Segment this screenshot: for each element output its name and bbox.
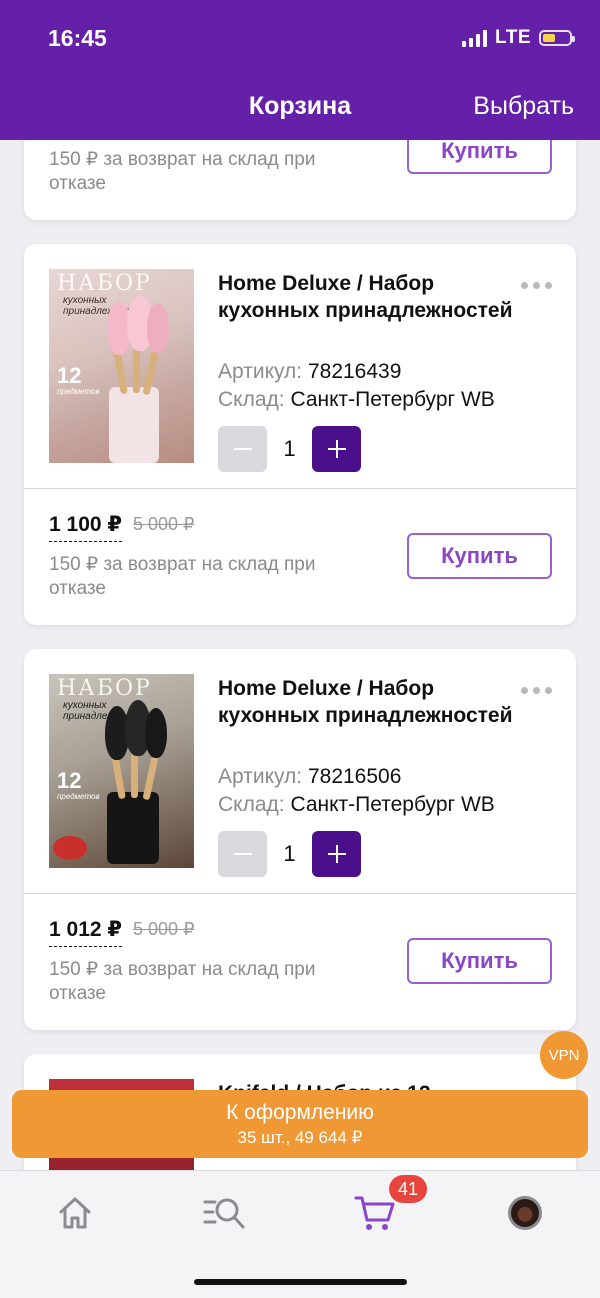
status-indicators: LTE bbox=[462, 27, 575, 49]
checkout-label: К оформлению bbox=[226, 1101, 374, 1124]
home-indicator bbox=[194, 1279, 407, 1285]
battery-icon bbox=[539, 30, 575, 46]
product-image[interactable]: НАБОР кухонных принадлежностей 12 предме… bbox=[49, 674, 194, 868]
decrease-quantity-button[interactable] bbox=[218, 831, 267, 877]
network-type: LTE bbox=[495, 27, 531, 48]
image-count-text: 12 bbox=[57, 768, 82, 793]
divider bbox=[24, 893, 576, 894]
current-price[interactable]: 1 100 ₽ bbox=[49, 512, 122, 542]
tab-cart[interactable] bbox=[353, 1191, 397, 1235]
return-note: 150 ₽ за возврат на склад при отказе bbox=[49, 149, 316, 194]
search-list-icon bbox=[203, 1198, 245, 1229]
warehouse-value: Санкт-Петербург WB bbox=[290, 388, 495, 411]
image-title-text: НАБОР bbox=[57, 271, 152, 296]
more-options-icon[interactable] bbox=[521, 282, 552, 289]
warehouse-label: Склад: bbox=[218, 388, 285, 411]
image-title-text: НАБОР bbox=[57, 676, 152, 701]
home-icon bbox=[59, 1197, 91, 1229]
signal-icon bbox=[462, 29, 488, 47]
return-note: 150 ₽ за возврат на склад при отказе bbox=[49, 554, 316, 599]
product-name[interactable]: Home Deluxe / Набор кухонных принадлежно… bbox=[218, 675, 518, 729]
quantity-stepper: 1 bbox=[218, 831, 361, 877]
warehouse-label: Склад: bbox=[218, 793, 285, 816]
vpn-badge[interactable]: VPN bbox=[540, 1031, 588, 1079]
warehouse-row: Склад: Санкт-Петербург WB bbox=[218, 791, 495, 819]
cart-count-badge: 41 bbox=[389, 1175, 427, 1203]
cart-item-card: НАБОР кухонных принадлежностей 12 предме… bbox=[24, 649, 576, 1030]
quantity-stepper: 1 bbox=[218, 426, 361, 472]
old-price: 5 000 ₽ bbox=[133, 919, 195, 939]
quantity-value: 1 bbox=[283, 436, 296, 461]
quantity-value: 1 bbox=[283, 841, 296, 866]
warehouse-row: Склад: Санкт-Петербург WB bbox=[218, 386, 495, 414]
status-time: 16:45 bbox=[48, 25, 107, 51]
buy-button[interactable]: Купить bbox=[407, 533, 552, 579]
tab-profile[interactable] bbox=[503, 1191, 547, 1235]
product-name[interactable]: Home Deluxe / Набор кухонных принадлежно… bbox=[218, 270, 518, 324]
increase-quantity-button[interactable] bbox=[312, 831, 361, 877]
tab-catalog[interactable] bbox=[203, 1191, 247, 1235]
image-count-sub-text: предметов bbox=[57, 387, 100, 396]
article-value: 78216439 bbox=[307, 360, 402, 383]
article-row: Артикул: 78216506 bbox=[218, 763, 401, 791]
checkout-summary: 35 шт., 49 644 ₽ bbox=[237, 1128, 363, 1147]
return-note: 150 ₽ за возврат на склад при отказе bbox=[49, 959, 316, 1004]
image-count-text: 12 bbox=[57, 363, 82, 388]
increase-quantity-button[interactable] bbox=[312, 426, 361, 472]
current-price[interactable]: 1 012 ₽ bbox=[49, 917, 122, 947]
more-options-icon[interactable] bbox=[521, 687, 552, 694]
minus-icon bbox=[233, 448, 252, 450]
divider bbox=[24, 488, 576, 489]
product-image[interactable]: НАБОР кухонных принадлежностей 12 предме… bbox=[49, 269, 194, 463]
article-value: 78216506 bbox=[307, 765, 402, 788]
article-row: Артикул: 78216439 bbox=[218, 358, 401, 386]
cart-icon bbox=[354, 1196, 395, 1230]
article-label: Артикул: bbox=[218, 360, 303, 383]
decrease-quantity-button[interactable] bbox=[218, 426, 267, 472]
cart-item-card: НАБОР кухонных принадлежностей 12 предме… bbox=[24, 244, 576, 625]
minus-icon bbox=[233, 853, 252, 855]
buy-button[interactable]: Купить bbox=[407, 938, 552, 984]
image-count-sub-text: предметов bbox=[57, 792, 100, 801]
app-header: 16:45 LTE Корзина Выбрать bbox=[0, 0, 600, 140]
select-button[interactable]: Выбрать bbox=[473, 92, 574, 121]
old-price: 5 000 ₽ bbox=[133, 514, 195, 534]
warehouse-value: Санкт-Петербург WB bbox=[290, 793, 495, 816]
checkout-button[interactable]: К оформлению 35 шт., 49 644 ₽ bbox=[12, 1090, 588, 1158]
tab-home[interactable] bbox=[53, 1191, 97, 1235]
article-label: Артикул: bbox=[218, 765, 303, 788]
avatar-icon bbox=[508, 1196, 542, 1230]
